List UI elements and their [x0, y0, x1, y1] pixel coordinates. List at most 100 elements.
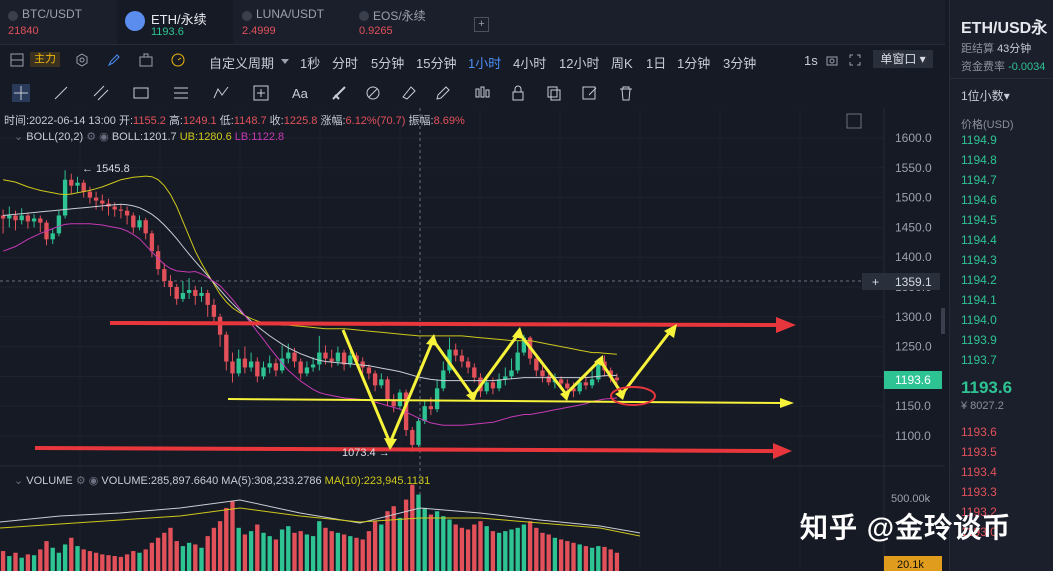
ask-price[interactable]: 1194.0	[961, 313, 997, 327]
window-mode-dropdown[interactable]: 单窗口 ▾	[873, 50, 933, 68]
brush-icon[interactable]	[330, 84, 348, 102]
visibility-icon[interactable]: ◉	[89, 475, 99, 487]
ask-price[interactable]: 1194.1	[961, 293, 997, 307]
resistance-line	[109, 321, 779, 327]
candle-body	[614, 377, 620, 381]
bid-price[interactable]: 1193.6	[961, 425, 997, 439]
low-label: 低:	[219, 115, 234, 127]
ask-price[interactable]: 1193.7	[961, 353, 997, 367]
price-tick-label: 1500.0	[895, 191, 932, 205]
tab-eos-perp[interactable]: EOS/永续 0.9265	[351, 0, 467, 44]
tab-eth-perp[interactable]: ETH/永续 1193.6	[117, 0, 233, 44]
candle-body	[348, 355, 353, 365]
measure-icon[interactable]	[252, 84, 270, 102]
parallel-line-icon[interactable]	[92, 84, 110, 102]
volume-bar	[527, 521, 533, 571]
candle-body	[416, 421, 421, 445]
volume-bar	[255, 524, 260, 571]
tab-btc-usdt[interactable]: BTC/USDT 21840	[0, 0, 116, 44]
crosshair-price: 1359.1	[895, 275, 932, 289]
edit-icon[interactable]	[581, 84, 599, 102]
ask-price[interactable]: 1194.8	[961, 153, 997, 167]
add-tab-button[interactable]: +	[474, 17, 489, 32]
volume-tag: 20.1k	[884, 556, 942, 571]
settings-icon[interactable]	[75, 53, 89, 67]
period-timeline[interactable]: 分时	[332, 53, 358, 72]
last-price: 1193.6	[961, 378, 1013, 397]
period-4h[interactable]: 4小时	[513, 53, 546, 72]
volume-bar	[614, 552, 620, 571]
bid-price[interactable]: 1193.5	[961, 445, 997, 459]
bid-price[interactable]: 1193.4	[961, 465, 997, 479]
candle-body	[168, 281, 173, 287]
period-1m[interactable]: 1分钟	[677, 53, 710, 72]
pencil-icon[interactable]	[434, 84, 452, 102]
price-tick-label: 1600.0	[895, 131, 932, 145]
lock-icon[interactable]	[509, 84, 527, 102]
fib-icon[interactable]	[172, 84, 190, 102]
volume-bar	[416, 494, 421, 571]
bid-price[interactable]: 1193.3	[961, 485, 997, 499]
period-3m[interactable]: 3分钟	[723, 53, 756, 72]
candle-body	[292, 352, 297, 362]
refresh-1s[interactable]: 1s	[804, 53, 818, 68]
copy-icon[interactable]	[545, 84, 563, 102]
collapse-icon[interactable]: ⌄	[14, 131, 23, 143]
briefcase-icon[interactable]	[139, 53, 153, 67]
price-chart[interactable]: ← 1545.8 1073.4 → 1600.0 1550.0 1500.0 1450…	[0, 108, 945, 571]
ask-price[interactable]: 1194.5	[961, 213, 997, 227]
candle-body	[248, 361, 254, 368]
custom-period-dropdown[interactable]: 自定义周期	[209, 53, 274, 72]
period-week[interactable]: 周K	[611, 53, 633, 72]
watermark: 知乎 @金玲谈币	[800, 512, 1012, 543]
period-1d[interactable]: 1日	[646, 53, 666, 72]
rectangle-icon[interactable]	[132, 84, 150, 102]
ask-price[interactable]: 1194.2	[961, 273, 997, 287]
volume-ma5: MA(5):308,233.2786	[221, 475, 322, 487]
candle-body	[441, 370, 446, 389]
pattern-icon[interactable]	[212, 84, 230, 102]
panel-collapse-handle[interactable]	[941, 308, 945, 334]
ask-price[interactable]: 1193.9	[961, 333, 997, 347]
price-tick-label: 1250.0	[895, 340, 932, 354]
period-12h[interactable]: 12小时	[559, 53, 599, 72]
period-1h[interactable]: 1小时	[468, 53, 501, 72]
ask-price[interactable]: 1194.4	[961, 233, 997, 247]
volume-bar	[273, 539, 279, 571]
fullscreen-icon[interactable]	[849, 54, 861, 66]
ask-price[interactable]: 1194.9	[961, 133, 997, 147]
collapse-icon[interactable]: ⌄	[14, 475, 23, 487]
ruler-icon[interactable]	[364, 84, 382, 102]
layout-icon[interactable]	[10, 53, 24, 67]
candles-icon[interactable]	[473, 84, 491, 102]
volume-bar	[335, 532, 341, 571]
open-label: 开:	[118, 115, 134, 127]
decimals-dropdown[interactable]: 1位小数▾	[961, 87, 1010, 104]
price-tick-label: 1550.0	[895, 161, 932, 175]
period-1s[interactable]: 1秒	[300, 53, 320, 72]
line-icon[interactable]	[52, 84, 70, 102]
ask-price[interactable]: 1194.3	[961, 253, 997, 267]
low-annotation: 1073.4 →	[342, 447, 390, 459]
ask-price[interactable]: 1194.6	[961, 193, 997, 207]
trash-icon[interactable]	[617, 84, 635, 102]
visibility-icon[interactable]: ◉	[99, 131, 109, 143]
settings-icon[interactable]: ⚙	[86, 131, 96, 143]
text-icon[interactable]: Aa	[292, 84, 314, 102]
main-indicator-button[interactable]: 主力	[30, 52, 60, 67]
ask-price[interactable]: 1194.7	[961, 173, 997, 187]
clock-icon[interactable]	[171, 53, 185, 67]
settings-icon[interactable]: ⚙	[76, 475, 86, 487]
volume-bar	[7, 556, 12, 571]
crosshair-icon[interactable]	[12, 84, 30, 102]
tab-luna-usdt[interactable]: LUNA/USDT 2.4999	[234, 0, 350, 44]
camera-icon[interactable]	[826, 54, 838, 66]
draw-pen-icon[interactable]	[107, 53, 121, 67]
eraser-icon[interactable]	[400, 84, 418, 102]
candle-body	[434, 388, 440, 410]
candle-body	[124, 210, 130, 216]
period-5m[interactable]: 5分钟	[371, 53, 404, 72]
funding-label: 资金费率	[961, 61, 1005, 73]
volume-bar	[242, 534, 248, 571]
period-15m[interactable]: 15分钟	[416, 53, 456, 72]
